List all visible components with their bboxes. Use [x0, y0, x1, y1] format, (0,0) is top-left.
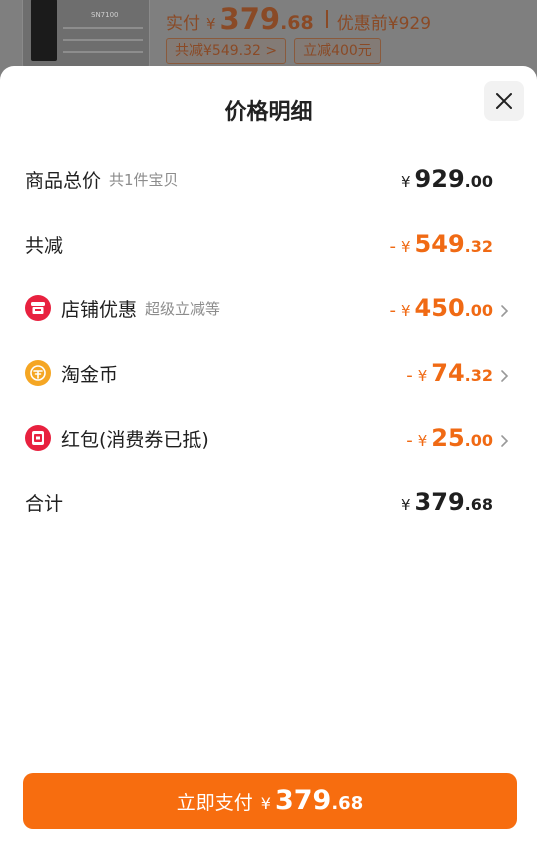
- row-shop-discount[interactable]: 店铺优惠 超级立减等 - ¥ 450 .00: [25, 288, 509, 328]
- sheet-title: 价格明细: [224, 100, 313, 125]
- row-total-reduction: 共减 - ¥ 549 .32: [25, 224, 493, 264]
- pay-now-button[interactable]: 立即支付 ¥ 379 .68: [23, 773, 517, 829]
- pay-amount-decimal: .68: [331, 793, 364, 814]
- row-label: 店铺优惠: [61, 298, 138, 321]
- actual-pay-integer: 379: [219, 2, 281, 36]
- row-label: 红包(消费券已抵): [61, 428, 209, 451]
- pay-button-label: 立即支付: [176, 792, 253, 814]
- close-button[interactable]: [484, 81, 524, 121]
- actual-pay-decimal: .68: [280, 12, 314, 34]
- background-discount-tags: 共减¥549.32 > 立减400元: [166, 38, 381, 64]
- row-goods-total: 商品总价 共1件宝贝 ¥ 929 .00: [25, 159, 493, 199]
- chevron-right-icon: [501, 435, 509, 447]
- actual-pay-label: 实付: [166, 14, 200, 34]
- total-reduction-tag: 共减¥549.32 >: [166, 38, 287, 64]
- divider: [325, 10, 328, 28]
- before-discount-price: 优惠前¥929: [336, 14, 432, 34]
- instant-reduction-tag: 立减400元: [294, 38, 381, 64]
- row-label: 商品总价: [25, 169, 102, 192]
- row-total: 合计 ¥ 379 .68: [25, 482, 493, 522]
- currency-symbol: ¥: [260, 794, 271, 813]
- price-detail-sheet: 价格明细 商品总价 共1件宝贝 ¥ 929 .00 共减 - ¥ 549 .32: [0, 66, 537, 843]
- row-amount: ¥ 379 .68: [401, 488, 493, 516]
- row-amount: - ¥ 549 .32: [389, 230, 494, 258]
- row-sub-label: 共1件宝贝: [109, 170, 179, 189]
- chevron-right-icon: [501, 370, 509, 382]
- red-packet-icon: [25, 425, 51, 451]
- product-thumbnail: SN7100: [22, 0, 150, 72]
- row-label: 合计: [25, 492, 64, 515]
- row-label: 淘金币: [61, 363, 119, 386]
- background-actual-pay: 实付 ¥ 379 .68 优惠前¥929: [166, 2, 431, 36]
- row-amount: ¥ 929 .00: [401, 165, 493, 193]
- row-taojinbi[interactable]: 淘金币 - ¥ 74 .32: [25, 353, 509, 393]
- row-amount: - ¥ 25 .00: [406, 424, 509, 452]
- row-label: 共减: [25, 234, 64, 257]
- coin-icon: [25, 360, 51, 386]
- row-amount: - ¥ 450 .00: [390, 294, 509, 322]
- product-model: SN7100: [91, 11, 119, 19]
- ssd-image: [31, 0, 57, 61]
- row-amount: - ¥ 74 .32: [406, 359, 509, 387]
- pay-amount-integer: 379: [274, 785, 332, 816]
- chevron-right-icon: [501, 305, 509, 317]
- row-sub-label: 超级立减等: [145, 299, 221, 318]
- shop-icon: [25, 295, 51, 321]
- row-red-packet[interactable]: 红包(消费券已抵) - ¥ 25 .00: [25, 418, 509, 458]
- close-icon: [496, 93, 512, 109]
- currency-symbol: ¥: [206, 15, 216, 33]
